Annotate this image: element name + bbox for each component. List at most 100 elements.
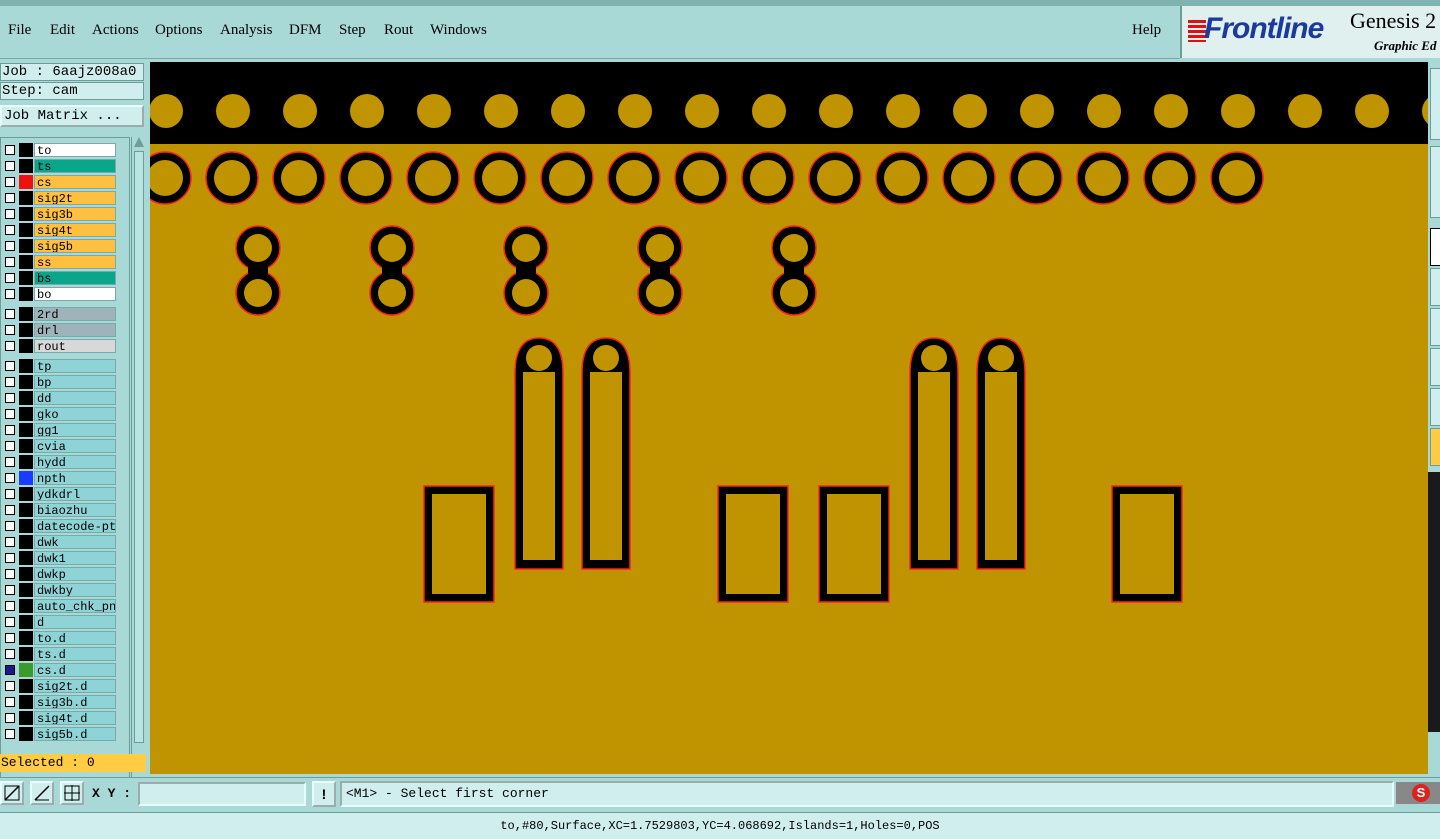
right-tool-button[interactable] (1430, 268, 1440, 306)
layer-name[interactable]: sig4t.d (34, 711, 116, 725)
layer-checkbox[interactable] (5, 569, 15, 579)
layer-name[interactable]: hydd (34, 455, 116, 469)
layer-name[interactable]: sig2t (34, 191, 116, 205)
scroll-thumb[interactable] (134, 151, 144, 743)
layer-color-swatch[interactable] (19, 423, 33, 437)
layer-name[interactable]: datecode-ptc (34, 519, 116, 533)
measure-icon[interactable] (30, 781, 54, 805)
menu-step[interactable]: Step (339, 22, 366, 39)
layer-checkbox[interactable] (5, 681, 15, 691)
layer-color-swatch[interactable] (19, 503, 33, 517)
layer-name[interactable]: sig2t.d (34, 679, 116, 693)
layer-checkbox[interactable] (5, 145, 15, 155)
layer-checkbox[interactable] (5, 521, 15, 531)
layer-row[interactable]: bp (1, 374, 129, 390)
layer-color-swatch[interactable] (19, 439, 33, 453)
layer-color-swatch[interactable] (19, 143, 33, 157)
layer-list-scrollbar[interactable] (131, 137, 146, 809)
layer-checkbox[interactable] (5, 241, 15, 251)
layer-name[interactable]: dwk1 (34, 551, 116, 565)
layer-color-swatch[interactable] (19, 359, 33, 373)
scroll-up-icon[interactable] (134, 137, 144, 147)
layer-color-swatch[interactable] (19, 407, 33, 421)
right-tool-button[interactable] (1430, 308, 1440, 346)
layer-row[interactable]: cs (1, 174, 129, 190)
info-button[interactable]: ! (312, 781, 336, 807)
layer-color-swatch[interactable] (19, 287, 33, 301)
layer-name[interactable]: dwkby (34, 583, 116, 597)
layer-row[interactable]: sig5b.d (1, 726, 129, 742)
layer-checkbox[interactable] (5, 537, 15, 547)
layer-name[interactable]: rout (34, 339, 116, 353)
layer-checkbox[interactable] (5, 617, 15, 627)
layer-name[interactable]: dd✓ (34, 391, 116, 405)
layer-color-swatch[interactable] (19, 339, 33, 353)
layer-color-swatch[interactable] (19, 647, 33, 661)
layer-row[interactable]: npth (1, 470, 129, 486)
layer-name[interactable]: auto_chk_pnl (34, 599, 116, 613)
layer-color-swatch[interactable] (19, 207, 33, 221)
layer-color-swatch[interactable] (19, 239, 33, 253)
layer-name[interactable]: cs.d▫ (34, 663, 116, 677)
xy-input[interactable] (138, 782, 306, 806)
layer-color-swatch[interactable] (19, 663, 33, 677)
menu-dfm[interactable]: DFM (289, 22, 322, 39)
menu-rout[interactable]: Rout (384, 22, 413, 39)
layer-name[interactable]: tp (34, 359, 116, 373)
menu-analysis[interactable]: Analysis (220, 22, 273, 39)
layer-color-swatch[interactable] (19, 191, 33, 205)
layer-row[interactable]: 2rd (1, 306, 129, 322)
layer-checkbox[interactable] (5, 505, 15, 515)
layer-name[interactable]: dwkp (34, 567, 116, 581)
layer-checkbox[interactable] (5, 177, 15, 187)
layer-row[interactable]: to✓ (1, 142, 129, 158)
layer-color-swatch[interactable] (19, 583, 33, 597)
layer-color-swatch[interactable] (19, 695, 33, 709)
layer-color-swatch[interactable] (19, 375, 33, 389)
layer-checkbox[interactable] (5, 225, 15, 235)
menu-actions[interactable]: Actions (92, 22, 139, 39)
layer-checkbox[interactable] (5, 425, 15, 435)
layer-row[interactable]: dwkby (1, 582, 129, 598)
right-tool-button[interactable] (1430, 388, 1440, 426)
layer-checkbox[interactable] (5, 601, 15, 611)
layer-checkbox[interactable] (5, 633, 15, 643)
layer-checkbox[interactable] (5, 361, 15, 371)
layer-row[interactable]: ss✓ (1, 254, 129, 270)
layer-row[interactable]: sig2t.d (1, 678, 129, 694)
layer-name[interactable]: sig3b.d (34, 695, 116, 709)
layer-row[interactable]: dwkp (1, 566, 129, 582)
right-tool-button[interactable] (1430, 348, 1440, 386)
tray-s-icon[interactable]: S (1412, 784, 1430, 802)
right-tool-button[interactable] (1430, 228, 1440, 266)
layer-checkbox[interactable] (5, 473, 15, 483)
layer-name[interactable]: sig3b (34, 207, 116, 221)
layer-row[interactable]: sig4t (1, 222, 129, 238)
layer-name[interactable]: sig5b.d (34, 727, 116, 741)
layer-row[interactable]: ts.d (1, 646, 129, 662)
layer-row[interactable]: gg1 (1, 422, 129, 438)
layer-name[interactable]: 2rd (34, 307, 116, 321)
layer-checkbox[interactable] (5, 553, 15, 563)
layer-row[interactable]: datecode-ptc (1, 518, 129, 534)
layer-name[interactable]: npth (34, 471, 116, 485)
layer-row[interactable]: d (1, 614, 129, 630)
layer-checkbox[interactable] (5, 665, 15, 675)
layer-name[interactable]: d (34, 615, 116, 629)
layer-name[interactable]: bs (34, 271, 116, 285)
menu-edit[interactable]: Edit (50, 22, 75, 39)
layer-checkbox[interactable] (5, 257, 15, 267)
layer-checkbox[interactable] (5, 585, 15, 595)
layer-color-swatch[interactable] (19, 223, 33, 237)
layer-name[interactable]: bp (34, 375, 116, 389)
layer-row[interactable]: bs (1, 270, 129, 286)
layer-row[interactable]: tp (1, 358, 129, 374)
layer-row[interactable]: dwk1 (1, 550, 129, 566)
layer-color-swatch[interactable] (19, 255, 33, 269)
layer-checkbox[interactable] (5, 409, 15, 419)
layer-color-swatch[interactable] (19, 615, 33, 629)
layer-name[interactable]: to✓ (34, 143, 116, 157)
layer-name[interactable]: gg1 (34, 423, 116, 437)
layer-row[interactable]: cs.d▫ (1, 662, 129, 678)
layer-checkbox[interactable] (5, 489, 15, 499)
